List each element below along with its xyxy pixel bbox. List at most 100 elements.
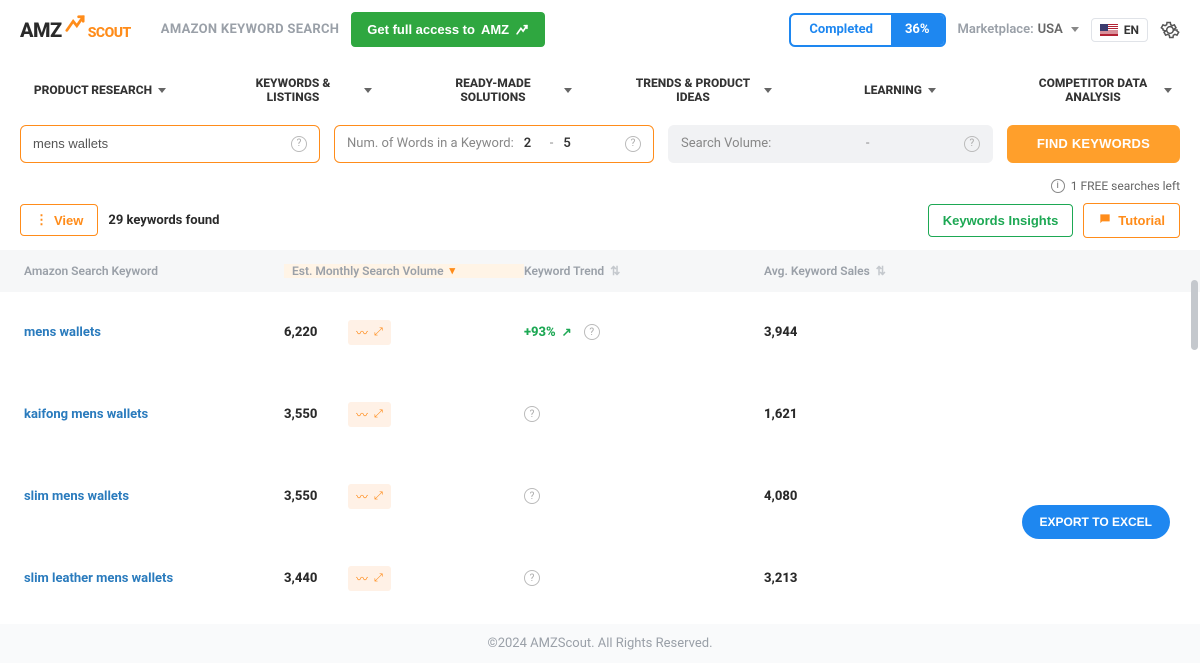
- chevron-down-icon: [564, 88, 572, 93]
- us-flag-icon: [1100, 24, 1118, 36]
- marketplace-selector[interactable]: Marketplace: USA: [958, 22, 1079, 37]
- sort-desc-icon: ▾: [450, 264, 456, 277]
- sparkline-icon: 〰: [356, 570, 368, 587]
- col-trend[interactable]: Keyword Trend ⇅: [524, 264, 764, 278]
- logo[interactable]: AMZ SCOUT: [20, 18, 131, 42]
- table-body: mens wallets 6,220〰⤢ +93%↗ ? 3,944 kaifo…: [0, 292, 1200, 620]
- settings-icon[interactable]: [1160, 20, 1180, 40]
- keyword-link[interactable]: slim mens wallets: [24, 489, 129, 504]
- trend-spark-badge[interactable]: 〰⤢: [348, 320, 391, 345]
- nav-learning[interactable]: LEARNING: [800, 68, 1000, 113]
- sparkline-icon: 〰: [356, 324, 368, 341]
- action-row: ⋮ View 29 keywords found Keywords Insigh…: [0, 203, 1200, 250]
- top-header: AMZ SCOUT AMAZON KEYWORD SEARCH Get full…: [0, 0, 1200, 59]
- nav-product-research[interactable]: PRODUCT RESEARCH: [0, 68, 200, 113]
- scrollbar-thumb[interactable]: [1191, 280, 1198, 350]
- words-min[interactable]: 2: [524, 136, 540, 151]
- help-icon[interactable]: ?: [625, 136, 641, 152]
- progress-pct: 36%: [891, 15, 944, 45]
- table-row: mens wallets 6,220〰⤢ +93%↗ ? 3,944: [0, 292, 1200, 374]
- volume-value: 3,440: [284, 571, 328, 586]
- sparkline-icon: 〰: [356, 406, 368, 423]
- volume-label: Search Volume:: [681, 136, 771, 151]
- footer: ©2024 AMZScout. All Rights Reserved.: [0, 624, 1200, 663]
- help-icon[interactable]: ?: [524, 488, 540, 504]
- help-icon[interactable]: ?: [291, 136, 307, 152]
- nav-keywords-listings[interactable]: KEYWORDS & LISTINGS: [200, 68, 400, 113]
- keyword-input[interactable]: [33, 136, 291, 151]
- col-sales[interactable]: Avg. Keyword Sales ⇅: [764, 264, 944, 278]
- col-keyword[interactable]: Amazon Search Keyword: [24, 264, 284, 278]
- words-label: Num. of Words in a Keyword:: [347, 136, 514, 151]
- cta-prefix: Get full access to: [367, 22, 475, 37]
- marketplace-label: Marketplace:: [958, 22, 1034, 37]
- chevron-down-icon: [928, 88, 936, 93]
- col-volume[interactable]: Est. Monthly Search Volume ▾: [284, 264, 524, 278]
- free-searches-notice: i 1 FREE searches left: [1051, 179, 1180, 193]
- filter-row: ? Num. of Words in a Keyword: 2 - 5 ? Se…: [0, 121, 1200, 169]
- expand-icon: ⤢: [374, 489, 383, 503]
- chevron-down-icon: [764, 88, 772, 93]
- logo-scout: SCOUT: [88, 25, 131, 41]
- keyword-link[interactable]: mens wallets: [24, 325, 101, 340]
- export-to-excel-button[interactable]: EXPORT TO EXCEL: [1022, 505, 1170, 539]
- volume-value: 3,550: [284, 407, 328, 422]
- logo-arrow-icon: [64, 14, 86, 39]
- nav-ready-made[interactable]: READY-MADE SOLUTIONS: [400, 68, 600, 113]
- expand-icon: ⤢: [374, 571, 383, 585]
- volume-value: 3,550: [284, 489, 328, 504]
- table-row: slim mens wallets 3,550〰⤢ ? 4,080: [0, 456, 1200, 538]
- keyword-link[interactable]: slim leather mens wallets: [24, 571, 173, 586]
- language-selector[interactable]: EN: [1091, 18, 1148, 42]
- results-count: 29 keywords found: [108, 213, 219, 228]
- chevron-down-icon: [364, 88, 372, 93]
- volume-value: 6,220: [284, 325, 328, 340]
- nav-competitor-data[interactable]: COMPETITOR DATA ANALYSIS: [1000, 68, 1200, 113]
- options-icon: ⋮: [35, 212, 48, 228]
- keyword-input-box[interactable]: ?: [20, 125, 320, 163]
- keyword-link[interactable]: kaifong mens wallets: [24, 407, 148, 422]
- trend-spark-badge[interactable]: 〰⤢: [348, 402, 391, 427]
- help-icon[interactable]: ?: [584, 324, 600, 340]
- table-header: Amazon Search Keyword Est. Monthly Searc…: [0, 250, 1200, 292]
- volume-dash: -: [771, 136, 964, 151]
- sort-icon: ⇅: [876, 264, 886, 278]
- table-row: kaifong mens wallets 3,550〰⤢ ? 1,621: [0, 374, 1200, 456]
- marketplace-value: USA: [1038, 22, 1063, 37]
- cta-brand: AMZ: [481, 22, 509, 37]
- language-code: EN: [1124, 23, 1139, 37]
- trend-value: +93%↗: [524, 325, 572, 340]
- logo-amz: AMZ: [20, 18, 62, 42]
- word-count-filter[interactable]: Num. of Words in a Keyword: 2 - 5 ?: [334, 125, 654, 163]
- chevron-down-icon: [1164, 88, 1172, 93]
- full-access-button[interactable]: Get full access to AMZ: [351, 12, 545, 47]
- find-keywords-button[interactable]: FIND KEYWORDS: [1007, 125, 1180, 163]
- sales-value: 3,213: [764, 571, 797, 586]
- chevron-down-icon: [1071, 27, 1079, 32]
- trend-up-icon: ↗: [562, 325, 572, 339]
- help-icon[interactable]: ?: [964, 136, 980, 152]
- sparkline-icon: 〰: [356, 488, 368, 505]
- table-row: slim leather mens wallets 3,440〰⤢ ? 3,21…: [0, 538, 1200, 620]
- words-max[interactable]: 5: [563, 136, 579, 151]
- trend-spark-badge[interactable]: 〰⤢: [348, 566, 391, 591]
- help-icon[interactable]: ?: [524, 406, 540, 422]
- tutorial-button[interactable]: Tutorial: [1083, 203, 1180, 238]
- view-button[interactable]: ⋮ View: [20, 204, 98, 236]
- sales-value: 4,080: [764, 489, 797, 504]
- chevron-down-icon: [158, 88, 166, 93]
- sales-value: 3,944: [764, 325, 797, 340]
- trend-spark-badge[interactable]: 〰⤢: [348, 484, 391, 509]
- keywords-insights-button[interactable]: Keywords Insights: [928, 204, 1074, 237]
- help-icon[interactable]: ?: [524, 570, 540, 586]
- progress-pill[interactable]: Completed 36%: [789, 13, 945, 47]
- info-icon: i: [1051, 179, 1065, 193]
- expand-icon: ⤢: [374, 407, 383, 421]
- main-nav: PRODUCT RESEARCH KEYWORDS & LISTINGS REA…: [0, 59, 1200, 121]
- nav-trends-ideas[interactable]: TRENDS & PRODUCT IDEAS: [600, 68, 800, 113]
- sales-value: 1,621: [764, 407, 797, 422]
- expand-icon: ⤢: [374, 325, 383, 339]
- page-title: AMAZON KEYWORD SEARCH: [161, 22, 340, 37]
- search-volume-filter[interactable]: Search Volume: - ?: [668, 125, 993, 163]
- sort-icon: ⇅: [610, 264, 620, 278]
